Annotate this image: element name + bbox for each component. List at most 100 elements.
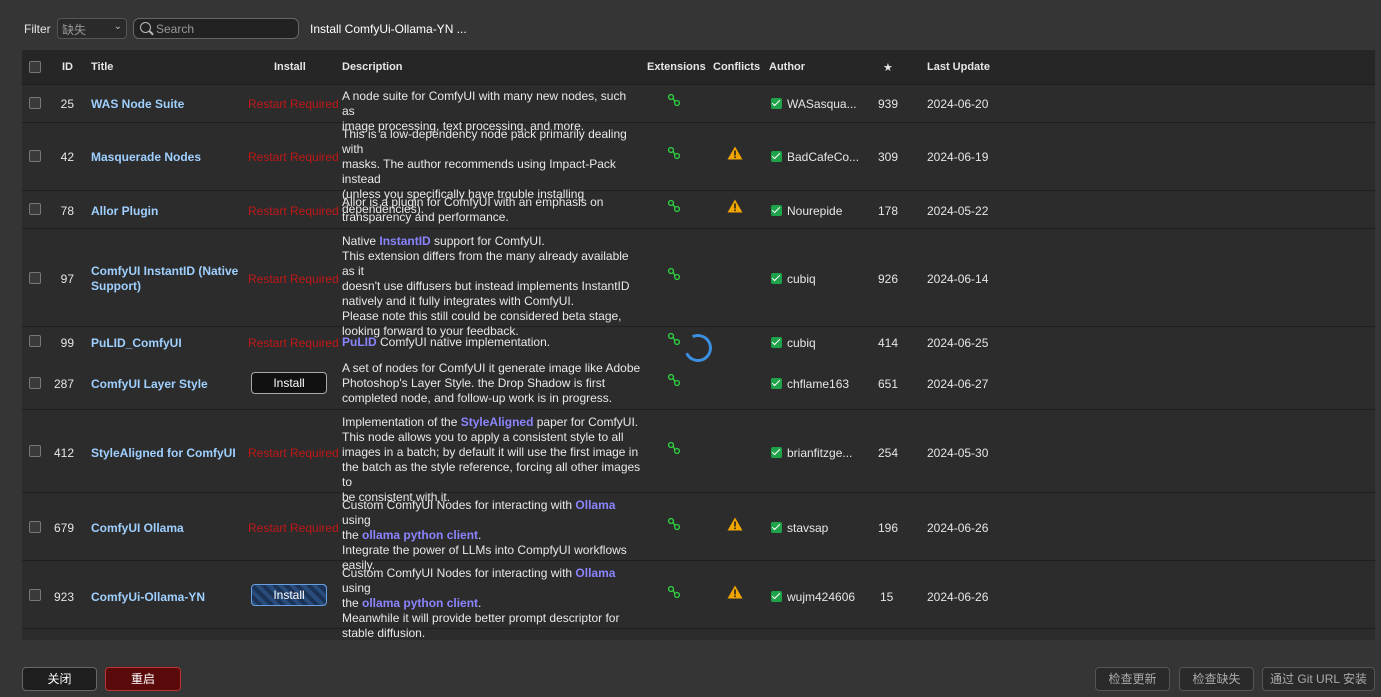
row-checkbox[interactable] xyxy=(29,377,41,389)
row-id: 99 xyxy=(60,336,74,350)
verified-check-icon xyxy=(771,98,782,109)
row-checkbox[interactable] xyxy=(29,203,41,215)
row-checkbox[interactable] xyxy=(29,97,41,109)
author-name: cubiq xyxy=(787,272,816,286)
desc-line: PuLID ComfyUI native implementation. xyxy=(342,335,551,349)
row-checkbox[interactable] xyxy=(29,272,41,284)
warning-icon[interactable] xyxy=(727,585,743,599)
col-stars[interactable]: ★ xyxy=(883,61,893,74)
close-button[interactable]: 关闭 xyxy=(22,667,97,691)
desc-line: the batch as the style reference, forcin… xyxy=(342,460,641,489)
row-description: Custom ComfyUI Nodes for interacting wit… xyxy=(342,566,642,641)
row-checkbox[interactable] xyxy=(29,521,41,533)
table-row: 25 WAS Node Suite Restart Required A nod… xyxy=(22,85,1375,133)
install-button[interactable]: Install xyxy=(251,372,327,394)
row-title-link[interactable]: ComfyUI Ollama xyxy=(91,521,247,536)
row-id: 25 xyxy=(60,97,74,111)
ollama-link[interactable]: Ollama xyxy=(575,566,615,580)
row-date: 2024-06-20 xyxy=(927,97,989,111)
col-install[interactable]: Install xyxy=(274,61,306,73)
row-date: 2024-06-14 xyxy=(927,272,989,286)
col-extensions[interactable]: Extensions xyxy=(647,61,706,73)
restart-required-label: Restart Required xyxy=(248,521,339,535)
row-stars: 309 xyxy=(878,150,899,164)
row-author: BadCafeCo... xyxy=(771,150,859,164)
warning-icon[interactable] xyxy=(727,517,743,531)
row-stars: 651 xyxy=(878,377,899,391)
col-last-update[interactable]: Last Update xyxy=(927,61,990,73)
check-update-button[interactable]: 检查更新 xyxy=(1095,667,1170,691)
extensions-icon[interactable] xyxy=(667,585,681,599)
row-title-link[interactable]: Masquerade Nodes xyxy=(91,150,247,165)
desc-line: Custom ComfyUI Nodes for interacting wit… xyxy=(342,566,616,595)
check-missing-button[interactable]: 检查缺失 xyxy=(1179,667,1254,691)
author-name: WASasqua... xyxy=(787,97,857,111)
extensions-icon[interactable] xyxy=(667,332,681,346)
filter-select[interactable]: 缺失 ⌄ xyxy=(57,18,127,39)
instantid-link[interactable]: InstantID xyxy=(379,234,430,248)
extensions-icon[interactable] xyxy=(667,517,681,531)
row-checkbox[interactable] xyxy=(29,589,41,601)
row-stars: 196 xyxy=(878,521,899,535)
desc-line: Photoshop's Layer Style. the Drop Shadow… xyxy=(342,376,606,390)
row-stars: 15 xyxy=(880,590,894,604)
restart-required-label: Restart Required xyxy=(248,97,339,111)
col-title[interactable]: Title xyxy=(91,61,113,73)
row-date: 2024-05-30 xyxy=(927,446,989,460)
author-name: BadCafeCo... xyxy=(787,150,860,164)
extensions-icon[interactable] xyxy=(667,441,681,455)
extensions-icon[interactable] xyxy=(667,267,681,281)
row-title-link[interactable]: ComfyUI Layer Style xyxy=(91,377,247,392)
row-title-link[interactable]: ComfyUI InstantID (Native Support) xyxy=(91,264,247,294)
row-checkbox[interactable] xyxy=(29,335,41,347)
row-checkbox[interactable] xyxy=(29,445,41,457)
ollama-python-client-link[interactable]: ollama python client xyxy=(362,528,478,542)
row-author: chflame163 xyxy=(771,377,849,391)
select-all-checkbox[interactable] xyxy=(29,61,41,73)
search-input[interactable]: Search xyxy=(133,18,299,39)
table-row: 287 ComfyUI Layer Style Install A set of… xyxy=(22,357,1375,410)
desc-line: A set of nodes for ComfyUI it generate i… xyxy=(342,361,641,375)
warning-icon[interactable] xyxy=(727,146,743,160)
col-id[interactable]: ID xyxy=(62,61,73,73)
desc-line: A node suite for ComfyUI with many new n… xyxy=(342,89,627,118)
extensions-icon[interactable] xyxy=(667,373,681,387)
pulid-link[interactable]: PuLID xyxy=(342,335,377,349)
extensions-icon[interactable] xyxy=(667,146,681,160)
row-id: 923 xyxy=(53,590,74,604)
col-author[interactable]: Author xyxy=(769,61,805,73)
row-id: 42 xyxy=(60,150,74,164)
row-title-link[interactable]: WAS Node Suite xyxy=(91,97,247,112)
row-date: 2024-06-19 xyxy=(927,150,989,164)
install-via-git-url-button[interactable]: 通过 Git URL 安装 xyxy=(1262,667,1375,691)
author-name: brianfitzge... xyxy=(787,446,853,460)
restart-button[interactable]: 重启 xyxy=(105,667,181,691)
extensions-icon[interactable] xyxy=(667,199,681,213)
author-name: chflame163 xyxy=(787,377,850,391)
row-title-link[interactable]: StyleAligned for ComfyUI xyxy=(91,446,247,461)
filter-bar: Filter 缺失 ⌄ Search Install ComfyUi-Ollam… xyxy=(0,0,1381,50)
row-title-link[interactable]: ComfyUi-Ollama-YN xyxy=(91,590,247,605)
row-id: 412 xyxy=(53,446,74,460)
ollama-python-client-link[interactable]: ollama python client xyxy=(362,596,478,610)
row-date: 2024-06-25 xyxy=(927,336,989,350)
extensions-icon[interactable] xyxy=(667,93,681,107)
install-status: Install ComfyUi-Ollama-YN ... xyxy=(310,22,467,36)
row-title-link[interactable]: PuLID_ComfyUI xyxy=(91,336,247,351)
stylealigned-link[interactable]: StyleAligned xyxy=(461,415,534,429)
ollama-link[interactable]: Ollama xyxy=(575,498,615,512)
desc-line: Meanwhile it will provide better prompt … xyxy=(342,611,620,625)
row-author: wujm424606 xyxy=(771,590,855,604)
row-checkbox[interactable] xyxy=(29,150,41,162)
desc-line: Integrate the power of LLMs into CompfyU… xyxy=(342,543,627,557)
row-title-link[interactable]: Allor Plugin xyxy=(91,204,247,219)
row-id: 679 xyxy=(53,521,74,535)
col-conflicts[interactable]: Conflicts xyxy=(713,61,760,73)
col-description[interactable]: Description xyxy=(342,61,403,73)
author-name: cubiq xyxy=(787,336,816,350)
desc-line: Please note this still could be consider… xyxy=(342,309,622,323)
restart-required-label: Restart Required xyxy=(248,446,339,460)
table-row: 412 StyleAligned for ComfyUI Restart Req… xyxy=(22,410,1375,504)
warning-icon[interactable] xyxy=(727,199,743,213)
install-button-in-progress[interactable]: Install xyxy=(251,584,327,606)
